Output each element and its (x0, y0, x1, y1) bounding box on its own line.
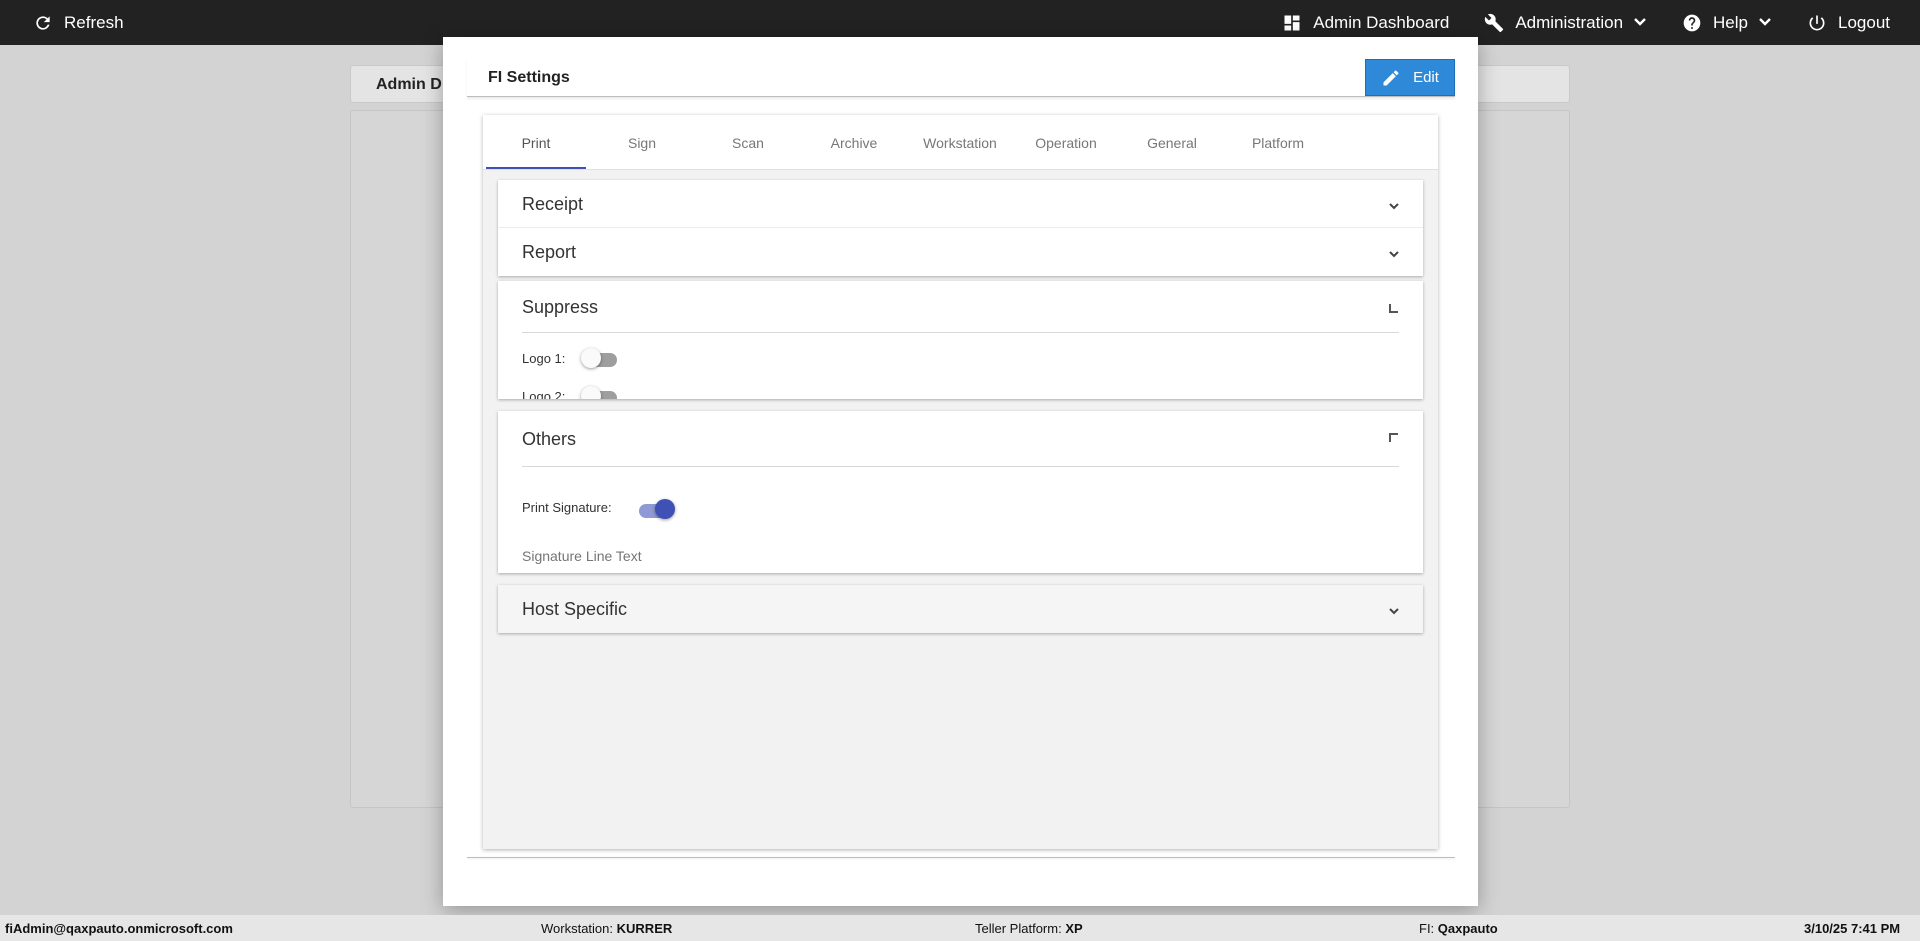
toggle-thumb (581, 386, 601, 399)
print-signature-label: Print Signature: (522, 500, 612, 515)
receipt-report-group: Receipt Report (498, 180, 1423, 276)
administration-label: Administration (1515, 12, 1624, 32)
tab-general[interactable]: General (1122, 115, 1222, 170)
logout-button[interactable]: Logout (1806, 0, 1890, 45)
receipt-title: Receipt (522, 194, 584, 214)
logo1-toggle[interactable] (581, 348, 619, 370)
toggle-thumb (655, 499, 675, 519)
edit-button[interactable]: Edit (1365, 59, 1455, 96)
status-teller-platform: Teller Platform: XP (975, 921, 1083, 936)
help-icon (1681, 12, 1703, 34)
tab-platform[interactable]: Platform (1228, 115, 1328, 170)
administration-menu[interactable]: Administration (1483, 0, 1647, 45)
tab-workstation[interactable]: Workstation (910, 115, 1010, 170)
help-menu[interactable]: Help (1681, 0, 1772, 45)
chevron-down-icon (1387, 199, 1401, 213)
chevron-down-icon (1387, 247, 1401, 261)
status-workstation: Workstation: KURRER (541, 921, 672, 936)
workstation-value: KURRER (616, 921, 673, 936)
dashboard-icon (1281, 12, 1303, 34)
tab-operation[interactable]: Operation (1016, 115, 1116, 170)
logo2-toggle[interactable] (581, 386, 619, 399)
host-specific-panel-header[interactable]: Host Specific (498, 585, 1423, 633)
signature-line-text-input[interactable] (522, 548, 1399, 564)
workstation-label: Workstation: (541, 921, 614, 936)
settings-tabs: Print Sign Scan Archive Workstation Oper… (483, 115, 1438, 170)
chevron-down-icon (1633, 13, 1647, 33)
receipt-panel-header[interactable]: Receipt (498, 180, 1423, 228)
logo2-label: Logo 2: (522, 389, 566, 399)
dialog-title: FI Settings (488, 69, 570, 86)
chevron-down-icon (1387, 604, 1401, 618)
others-panel-header[interactable]: Others (498, 411, 1423, 466)
chevron-down-icon (1758, 13, 1772, 33)
status-datetime: 3/10/25 7:41 PM (1804, 921, 1901, 936)
help-label: Help (1713, 12, 1748, 32)
admin-dashboard-label: Admin Dashboard (1313, 12, 1450, 32)
edit-label: Edit (1413, 69, 1439, 86)
suppress-panel: Suppress Logo 1: Logo 2: (498, 281, 1423, 399)
others-panel: Others Print Signature: (498, 411, 1423, 573)
tab-print[interactable]: Print (486, 115, 586, 170)
status-bar: fiAdmin@qaxpauto.onmicrosoft.com Worksta… (0, 915, 1920, 941)
refresh-button[interactable]: Refresh (32, 0, 124, 45)
logout-label: Logout (1838, 12, 1890, 32)
fi-settings-dialog: FI Settings Edit Print Sign Scan Archive… (443, 37, 1478, 906)
host-specific-title: Host Specific (522, 599, 628, 619)
dialog-footer-divider (467, 857, 1455, 858)
logo1-label: Logo 1: (522, 351, 566, 366)
host-specific-panel: Host Specific (498, 585, 1423, 633)
refresh-icon (32, 12, 54, 34)
pencil-icon (1383, 69, 1399, 85)
suppress-title: Suppress (522, 297, 599, 317)
collapse-corner-icon (1389, 433, 1398, 442)
tab-sign[interactable]: Sign (592, 115, 692, 170)
teller-platform-label: Teller Platform: (975, 921, 1062, 936)
tab-archive[interactable]: Archive (804, 115, 904, 170)
tab-scan[interactable]: Scan (698, 115, 798, 170)
refresh-label: Refresh (64, 12, 124, 32)
active-tab-indicator (486, 167, 586, 169)
report-title: Report (522, 242, 577, 262)
teller-platform-value: XP (1065, 921, 1083, 936)
dialog-header: FI Settings Edit (467, 59, 1455, 97)
power-icon (1806, 12, 1828, 34)
settings-tab-panel: Print Sign Scan Archive Workstation Oper… (483, 115, 1438, 849)
suppress-divider (522, 332, 1399, 333)
status-fi: FI: Qaxpauto (1419, 921, 1498, 936)
background-card-title: Admin D (376, 76, 442, 93)
print-signature-toggle[interactable] (639, 499, 677, 521)
others-title: Others (522, 429, 577, 449)
others-divider (522, 466, 1399, 467)
collapse-corner-icon (1389, 304, 1398, 313)
toggle-thumb (581, 348, 601, 368)
fi-label: FI: (1419, 921, 1435, 936)
report-panel-header[interactable]: Report (498, 228, 1423, 276)
suppress-panel-header[interactable]: Suppress (498, 281, 1423, 333)
wrench-icon (1483, 12, 1505, 34)
fi-value: Qaxpauto (1437, 921, 1498, 936)
status-user: fiAdmin@qaxpauto.onmicrosoft.com (5, 921, 233, 936)
